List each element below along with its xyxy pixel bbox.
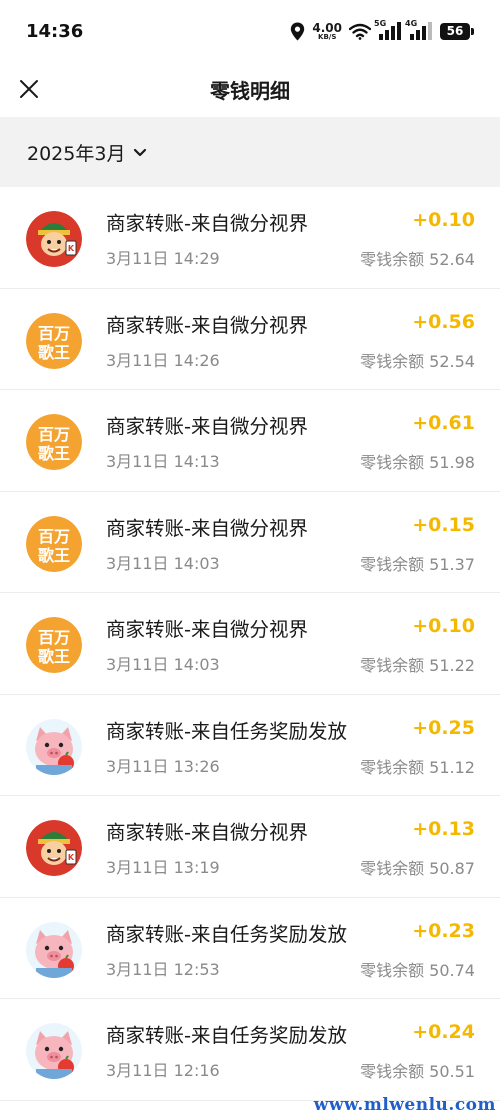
net-speed: 4.00 KB/S — [312, 22, 342, 41]
balance-after: 零钱余额 51.22 — [360, 656, 475, 675]
svg-text:K: K — [68, 853, 75, 862]
merchant-avatar: K — [26, 211, 82, 267]
transaction-row[interactable]: 百万 歌王 商家转账-来自微分视界 3月11日 14:13 +0.61 零钱余额 51.9… — [0, 390, 500, 492]
transaction-time: 3月11日 14:29 — [106, 249, 220, 268]
transaction-amount: +0.13 — [412, 818, 475, 840]
merchant-avatar — [26, 921, 82, 978]
transaction-amount: +0.10 — [412, 209, 475, 231]
status-icons: 4.00 KB/S 5G 4G 56 — [290, 19, 474, 43]
transaction-time: 3月11日 13:19 — [106, 858, 220, 877]
month-label: 2025年3月 — [27, 143, 126, 165]
merchant-avatar: 百万 歌王 — [26, 617, 82, 673]
transaction-amount: +0.25 — [412, 716, 475, 739]
transaction-amount: +0.61 — [412, 412, 475, 434]
merchant-avatar: 百万 歌王 — [26, 414, 82, 470]
nav-bar: 零钱明细 — [0, 62, 500, 117]
transaction-row[interactable]: 商家转账-来自任务奖励发放 3月11日 12:53 +0.23 零钱余额 50.74 — [0, 897, 500, 999]
chevron-down-icon — [134, 148, 147, 156]
transaction-amount: +0.15 — [412, 513, 475, 536]
avatar-label: 歌王 — [38, 343, 70, 362]
month-section: 2025年3月 — [0, 117, 500, 187]
signal-5g-label: 5G — [374, 19, 387, 28]
transaction-title: 商家转账-来自微分视界 — [106, 415, 309, 438]
balance-after: 零钱余额 52.64 — [360, 250, 475, 269]
transaction-title: 商家转账-来自微分视界 — [106, 313, 309, 337]
transaction-row[interactable]: 百万 歌王 商家转账-来自微分视界 3月11日 14:26 +0.56 零钱余额 52.5… — [0, 288, 500, 390]
transaction-title: 商家转账-来自微分视界 — [106, 212, 309, 235]
avatar-label: 百万 — [38, 425, 70, 444]
transaction-row[interactable]: 商家转账-来自任务奖励发放 3月11日 13:26 +0.25 零钱余额 51.12 — [0, 694, 500, 796]
avatar-label: 百万 — [38, 527, 70, 546]
transaction-amount: +0.10 — [412, 615, 475, 637]
battery-level: 56 — [446, 24, 464, 38]
transaction-time: 3月11日 12:53 — [106, 959, 220, 979]
transaction-list: K 商家转账-来自微分视界 3月11日 14:29 +0.10 零钱余额 52.64 百万… — [0, 187, 500, 1101]
svg-text:K: K — [68, 244, 75, 253]
status-bar: 14:36 4.00 KB/S 5G 4G 56 — [0, 0, 500, 62]
transaction-row[interactable]: K 商家转账-来自微分视界 3月11日 14:29 +0.10 零钱余额 52.64 — [0, 187, 500, 289]
transaction-title: 商家转账-来自微分视界 — [106, 821, 309, 844]
avatar-label: 百万 — [38, 324, 70, 343]
transaction-title: 商家转账-来自微分视界 — [106, 516, 309, 540]
transaction-time: 3月11日 12:16 — [106, 1061, 220, 1080]
battery-icon: 56 — [440, 22, 474, 40]
balance-after: 零钱余额 52.54 — [360, 351, 475, 371]
balance-after: 零钱余额 51.98 — [360, 453, 475, 472]
transaction-title: 商家转账-来自任务奖励发放 — [106, 922, 348, 946]
avatar-label: 歌王 — [38, 546, 70, 565]
merchant-avatar: 百万 歌王 — [26, 312, 82, 369]
transaction-time: 3月11日 14:13 — [106, 452, 220, 471]
balance-after: 零钱余额 50.87 — [360, 859, 475, 878]
signal-icon-5g: 5G — [374, 19, 402, 40]
page-title: 零钱明细 — [210, 79, 290, 103]
transaction-time: 3月11日 14:26 — [106, 350, 220, 370]
merchant-avatar — [26, 718, 82, 775]
avatar-label: 歌王 — [38, 444, 70, 463]
transaction-row[interactable]: 百万 歌王 商家转账-来自微分视界 3月11日 14:03 +0.10 零钱余额 51.2… — [0, 593, 500, 695]
signal-icon-4g: 4G — [405, 19, 433, 40]
wifi-icon — [349, 23, 371, 40]
month-selector[interactable]: 2025年3月 — [27, 139, 147, 166]
merchant-avatar: 百万 歌王 — [26, 515, 82, 572]
location-icon — [291, 22, 305, 40]
transaction-time: 3月11日 14:03 — [106, 655, 220, 674]
merchant-avatar: K — [26, 820, 82, 876]
balance-after: 零钱余额 50.74 — [360, 960, 475, 980]
transaction-time: 3月11日 14:03 — [106, 553, 220, 573]
transaction-title: 商家转账-来自任务奖励发放 — [106, 719, 348, 743]
transaction-amount: +0.23 — [412, 919, 475, 942]
watermark: www.mlwenlu.com — [313, 1095, 496, 1115]
balance-after: 零钱余额 50.51 — [360, 1062, 475, 1081]
transaction-amount: +0.24 — [412, 1021, 475, 1043]
transaction-time: 3月11日 13:26 — [106, 756, 220, 776]
status-time: 14:36 — [26, 21, 84, 42]
transaction-row[interactable]: K 商家转账-来自微分视界 3月11日 13:19 +0.13 零钱余额 50.87 — [0, 796, 500, 898]
signal-4g-label: 4G — [405, 19, 418, 28]
avatar-label: 歌王 — [38, 647, 70, 666]
balance-after: 零钱余额 51.12 — [360, 757, 475, 777]
avatar-label: 百万 — [38, 628, 70, 647]
transaction-row[interactable]: 百万 歌王 商家转账-来自微分视界 3月11日 14:03 +0.15 零钱余额 51.3… — [0, 491, 500, 593]
net-speed-unit: KB/S — [318, 32, 337, 41]
balance-after: 零钱余额 51.37 — [360, 554, 475, 574]
transaction-row[interactable]: 商家转账-来自任务奖励发放 3月11日 12:16 +0.24 零钱余额 50.51 — [0, 999, 500, 1101]
transaction-title: 商家转账-来自微分视界 — [106, 618, 309, 641]
transaction-title: 商家转账-来自任务奖励发放 — [106, 1024, 348, 1047]
merchant-avatar — [26, 1023, 82, 1079]
transaction-amount: +0.56 — [412, 310, 475, 333]
net-speed-value: 4.00 — [312, 20, 342, 35]
